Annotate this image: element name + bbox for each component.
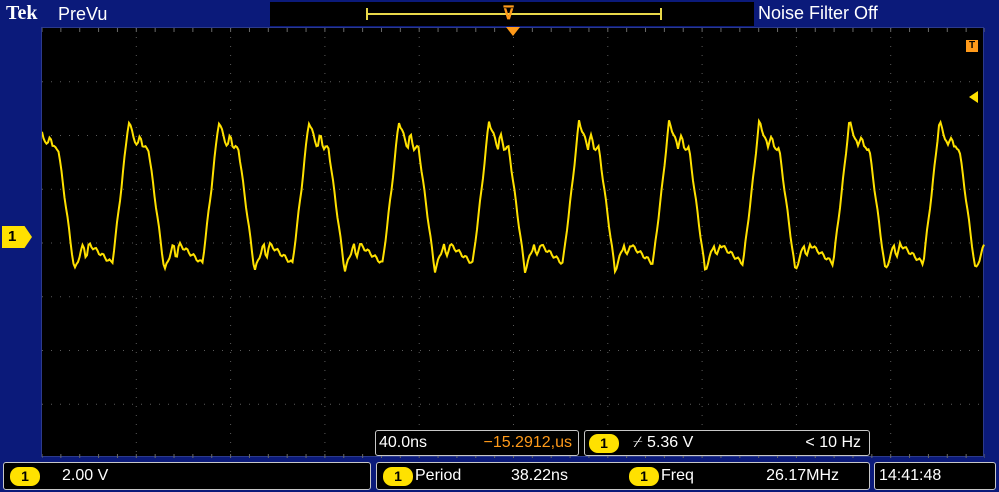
time-per-div: 40.0ns	[379, 434, 428, 451]
waveform-graticule	[42, 28, 985, 458]
clock-readout: 14:41:48	[874, 462, 996, 490]
channel-1-waveform-trace	[42, 117, 985, 275]
horizontal-offset: −15.2912,us	[483, 434, 572, 451]
trigger-position-flag-icon: T	[966, 40, 978, 52]
channel-1-chip: 1	[10, 467, 40, 486]
measurement-2-value: 26.17MHz	[766, 467, 839, 484]
top-status-bar: Tek PreVu ⊽ Noise Filter Off	[0, 0, 999, 28]
channel-1-scale-readout[interactable]: 1 2.00 V	[3, 462, 371, 490]
clock-time: 14:41:48	[879, 467, 942, 484]
bottom-status-bar: 1 2.00 V 1 Period 38.22ns 1 Freq 26.17MH…	[0, 460, 999, 492]
trigger-readout[interactable]: 1 ⌿ 5.36 V < 10 Hz	[584, 430, 870, 456]
measurement-readout[interactable]: 1 Period 38.22ns 1 Freq 26.17MHz	[376, 462, 870, 490]
record-end-tick	[660, 8, 662, 20]
measurement-2-label: Freq	[661, 467, 694, 484]
trigger-slope-level: ⌿ 5.36 V	[633, 434, 694, 451]
channel-1-ground-marker[interactable]: 1	[2, 226, 32, 248]
acquisition-mode: PreVu	[58, 4, 108, 24]
trigger-frequency: < 10 Hz	[805, 434, 861, 451]
trigger-source-chip: 1	[589, 434, 619, 453]
graticule-grid	[42, 28, 985, 458]
noise-filter-status[interactable]: Noise Filter Off	[758, 3, 878, 24]
record-view-bar[interactable]: ⊽	[270, 2, 754, 26]
measurement-1-channel-chip: 1	[383, 467, 413, 486]
record-start-tick	[366, 8, 368, 20]
trigger-level-icon	[969, 91, 978, 103]
brand-logo: Tek	[6, 2, 38, 24]
trigger-time-marker-icon	[506, 27, 520, 36]
timebase-readout[interactable]: 40.0ns −15.2912,us	[375, 430, 579, 456]
measurement-1-label: Period	[415, 467, 462, 484]
measurement-2-channel-chip: 1	[629, 467, 659, 486]
waveform-display[interactable]	[41, 27, 985, 458]
measurement-1-value: 38.22ns	[511, 467, 568, 484]
volts-per-div: 2.00 V	[62, 467, 109, 484]
trigger-position-icon: ⊽	[502, 3, 516, 23]
